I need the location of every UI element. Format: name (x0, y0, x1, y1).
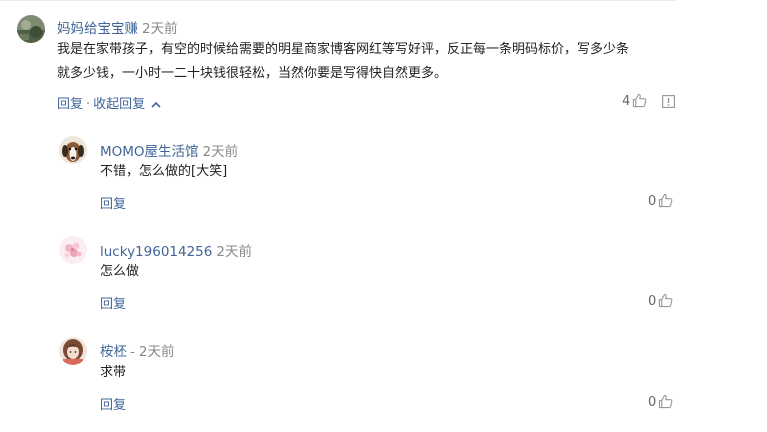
username-link[interactable]: 桉柸 (100, 344, 127, 360)
chevron-up-icon[interactable] (151, 101, 161, 108)
thumbs-up-icon (659, 193, 673, 208)
reply-text: 不错，怎么做的[大笑] (100, 164, 228, 179)
like-button[interactable]: 0 (648, 293, 673, 309)
reply-button[interactable]: 回复 (57, 97, 83, 112)
flower-avatar-icon (59, 236, 87, 264)
timestamp: 2天前 (138, 344, 175, 360)
collapse-replies-button[interactable]: 收起回复 (93, 97, 145, 112)
timestamp: 2天前 (202, 144, 239, 160)
like-button[interactable]: 4 (622, 93, 647, 109)
separator-dot: · (86, 97, 91, 112)
girl-avatar-icon (59, 337, 87, 365)
username-link[interactable]: lucky196014256 (100, 244, 212, 260)
user-avatar[interactable] (59, 236, 87, 264)
reply-text: 怎么做 (100, 264, 140, 279)
top-divider (0, 0, 677, 1)
like-button[interactable]: 0 (648, 394, 673, 410)
like-count: 0 (648, 395, 657, 410)
reply-button[interactable]: 回复 (100, 193, 126, 212)
comment-text-line-2: 就多少钱，一小时一二十块钱很轻松，当然你要是写得快自然更多。 (57, 66, 448, 81)
report-icon[interactable] (662, 95, 675, 108)
like-count: 0 (648, 194, 657, 209)
like-count: 4 (622, 94, 631, 109)
user-avatar[interactable] (59, 337, 87, 365)
comment-text-line-1: 我是在家带孩子，有空的时候给需要的明星商家博客网红等写好评，反正每一条明码标价，… (57, 42, 630, 57)
dog-avatar-icon (59, 136, 87, 164)
timestamp: 2天前 (216, 244, 252, 260)
timestamp: 2天前 (142, 21, 178, 37)
username-link[interactable]: 妈妈给宝宝赚 (57, 21, 138, 37)
comment-actions: 回复 · 收起回复 (57, 93, 161, 112)
reply-text: 求带 (100, 365, 127, 380)
landscape-avatar-icon (17, 15, 45, 43)
separator-dash: - (130, 344, 135, 360)
reply-button[interactable]: 回复 (100, 394, 126, 413)
user-avatar[interactable] (59, 136, 87, 164)
user-avatar[interactable] (17, 15, 45, 43)
like-button[interactable]: 0 (648, 193, 673, 209)
thumbs-up-icon (659, 394, 673, 409)
thumbs-up-icon (659, 293, 673, 308)
reply-button[interactable]: 回复 (100, 293, 126, 312)
thumbs-up-icon (633, 93, 647, 108)
like-count: 0 (648, 294, 657, 309)
username-link[interactable]: MOMO屋生活馆 (100, 144, 199, 160)
